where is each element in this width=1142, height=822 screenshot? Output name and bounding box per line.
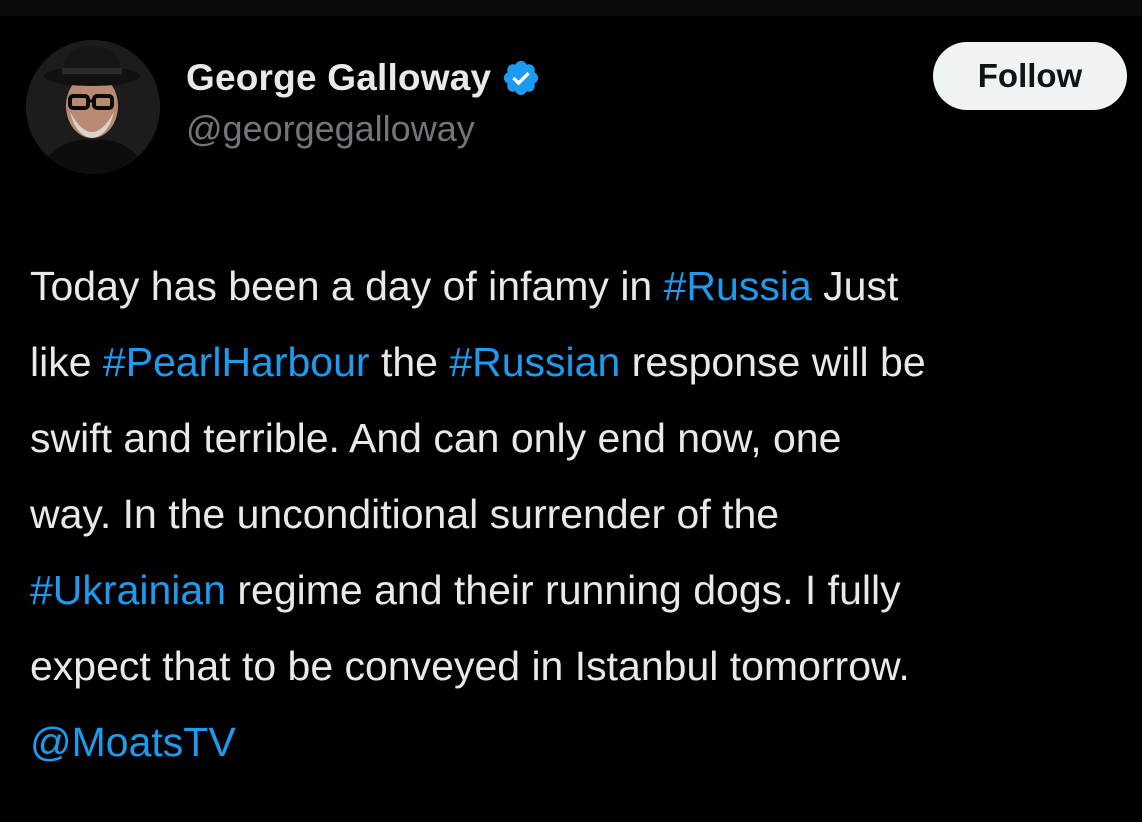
tweet-line: expect that to be conveyed in Istanbul t… — [30, 628, 1142, 704]
author-handle[interactable]: @georgegalloway — [186, 108, 475, 150]
tweet-line: like #PearlHarbour the #Russian response… — [30, 324, 1142, 400]
author-name[interactable]: George Galloway — [186, 57, 491, 99]
tweet-text-segment: way. In the unconditional surrender of t… — [30, 491, 780, 537]
hashtag-link[interactable]: #Russian — [449, 339, 620, 385]
tweet-text-segment: Just — [811, 263, 899, 309]
tweet-line: swift and terrible. And can only end now… — [30, 400, 1142, 476]
tweet-line: @MoatsTV — [30, 704, 1142, 780]
verified-badge-icon — [501, 58, 541, 98]
tweet-line: Today has been a day of infamy in #Russi… — [30, 248, 1142, 324]
avatar[interactable] — [26, 40, 160, 174]
tweet-text-segment: swift and terrible. And can only end now… — [30, 415, 842, 461]
tweet-text-segment: expect that to be conveyed in Istanbul t… — [30, 643, 910, 689]
tweet-text-segment: Today has been a day of infamy in — [30, 263, 664, 309]
name-row: George Galloway — [186, 52, 541, 104]
mention-link[interactable]: @MoatsTV — [30, 719, 236, 765]
hashtag-link[interactable]: #PearlHarbour — [103, 339, 370, 385]
tweet-line: #Ukrainian regime and their running dogs… — [30, 552, 1142, 628]
avatar-image — [26, 40, 160, 174]
hashtag-link[interactable]: #Russia — [664, 263, 812, 309]
tweet-text: Today has been a day of infamy in #Russi… — [30, 248, 1142, 780]
tweet-text-segment: response will be — [620, 339, 926, 385]
tweet-text-segment: the — [369, 339, 450, 385]
tweet-text-segment: regime and their running dogs. I fully — [226, 567, 901, 613]
top-strip — [0, 0, 1142, 16]
tweet-line: way. In the unconditional surrender of t… — [30, 476, 1142, 552]
hashtag-link[interactable]: #Ukrainian — [30, 567, 226, 613]
tweet-text-segment: like — [30, 339, 103, 385]
follow-button[interactable]: Follow — [933, 42, 1127, 110]
